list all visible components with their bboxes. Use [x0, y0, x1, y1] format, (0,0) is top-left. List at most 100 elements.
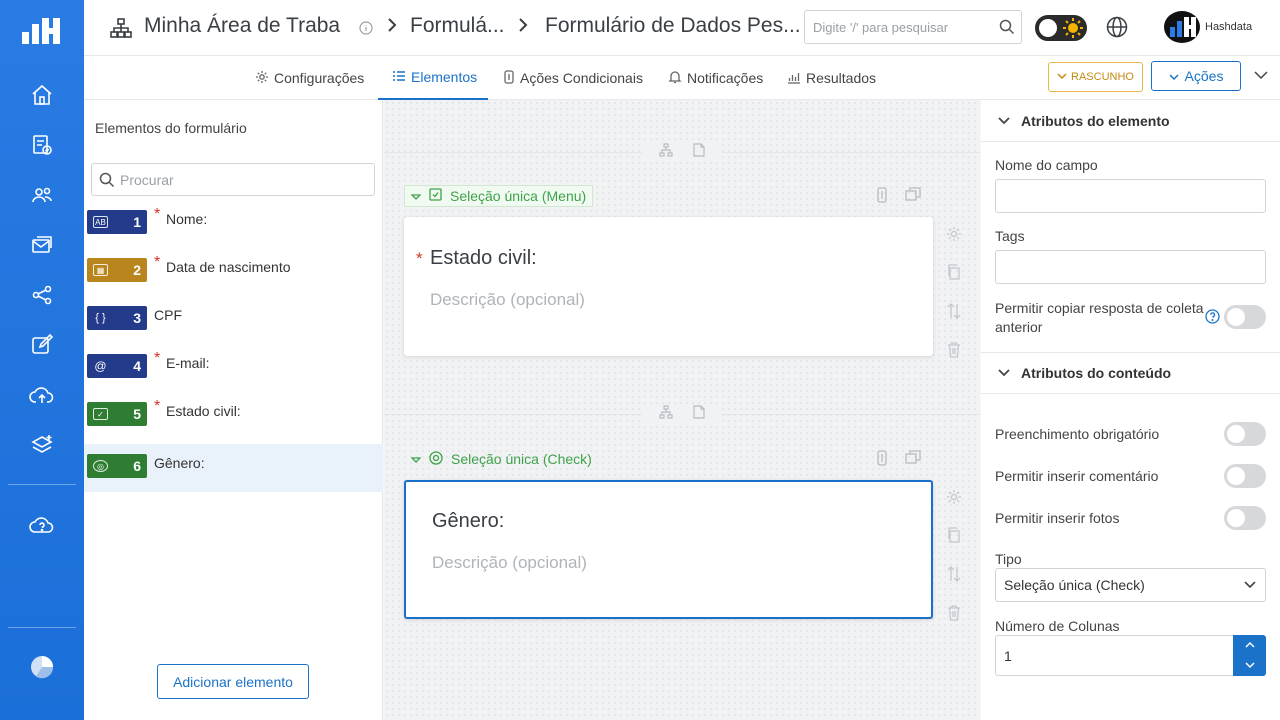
- chevron-up-icon[interactable]: [1244, 640, 1255, 650]
- conditional-icon[interactable]: [877, 187, 887, 208]
- workspace-title[interactable]: Minha Área de Traba: [144, 14, 340, 38]
- form-element-card-selected[interactable]: Gênero: Descrição (opcional): [404, 480, 933, 619]
- chart-icon: [787, 70, 801, 87]
- top-bar: Minha Área de Traba Formulá... Formulári…: [84, 0, 1280, 56]
- type-label: Tipo: [995, 551, 1022, 567]
- columns-input[interactable]: [995, 635, 1235, 676]
- collapse-chevron-icon[interactable]: [1253, 68, 1269, 86]
- element-row-4[interactable]: @4 * E-mail:: [84, 344, 383, 392]
- inbox-icon[interactable]: [26, 229, 58, 261]
- sitemap-icon: [110, 17, 132, 44]
- trash-icon[interactable]: [947, 342, 961, 363]
- duplicate-icon[interactable]: [905, 450, 921, 471]
- share-icon[interactable]: [26, 279, 58, 311]
- forms-check-icon[interactable]: [26, 129, 58, 161]
- field-name-input[interactable]: [995, 179, 1266, 213]
- breadcrumb-form-folder[interactable]: Formulá...: [410, 14, 505, 38]
- tags-input[interactable]: [995, 250, 1266, 284]
- cloud-upload-icon[interactable]: [26, 379, 58, 411]
- tab-elementos[interactable]: Elementos: [378, 56, 488, 100]
- sitemap-icon[interactable]: [659, 404, 673, 424]
- allow-photos-toggle[interactable]: [1224, 506, 1266, 530]
- element-search[interactable]: [91, 163, 375, 196]
- gear-icon[interactable]: [946, 226, 962, 247]
- element-label: E-mail:: [166, 355, 210, 371]
- element-description[interactable]: Descrição (opcional): [430, 290, 585, 310]
- at-sign-icon: @: [94, 359, 107, 373]
- trash-icon[interactable]: [947, 605, 961, 626]
- content-attributes-header[interactable]: Atributos do conteúdo: [981, 352, 1280, 394]
- columns-stepper[interactable]: [1233, 635, 1266, 676]
- element-title[interactable]: Gênero:: [432, 510, 504, 533]
- search-icon[interactable]: [999, 19, 1015, 40]
- element-type-tag[interactable]: Seleção única (Menu): [404, 185, 594, 207]
- element-search-input[interactable]: [120, 164, 370, 195]
- layers-add-icon[interactable]: [26, 429, 58, 461]
- gear-icon[interactable]: [946, 489, 962, 510]
- tab-resultados[interactable]: Resultados: [787, 56, 876, 100]
- sitemap-icon[interactable]: [659, 142, 673, 162]
- required-marker: *: [154, 398, 161, 415]
- chevron-down-icon[interactable]: [1244, 661, 1255, 671]
- element-type-tag[interactable]: Seleção única (Check): [404, 448, 599, 470]
- tab-acoes-condicionais[interactable]: Ações Condicionais: [503, 56, 643, 100]
- element-row-6[interactable]: ◎ 6 Gênero:: [84, 444, 383, 492]
- tab-configuracoes[interactable]: Configurações: [255, 56, 364, 100]
- draft-status-button[interactable]: RASCUNHO: [1048, 62, 1143, 92]
- copy-icon[interactable]: [946, 527, 962, 548]
- element-attributes-header[interactable]: Atributos do elemento: [981, 100, 1280, 142]
- global-search-input[interactable]: [804, 10, 1022, 44]
- tab-label: Resultados: [806, 70, 877, 86]
- element-description[interactable]: Descrição (opcional): [432, 553, 587, 573]
- required-fill-toggle[interactable]: [1224, 422, 1266, 446]
- home-icon[interactable]: [26, 79, 58, 111]
- breadcrumb-form-title[interactable]: Formulário de Dados Pes...: [545, 14, 801, 38]
- element-number: 6: [133, 458, 141, 474]
- users-icon[interactable]: [26, 179, 58, 211]
- element-row-1[interactable]: AB 1 * Nome:: [84, 200, 383, 248]
- copy-icon[interactable]: [946, 264, 962, 285]
- allow-comment-toggle[interactable]: [1224, 464, 1266, 488]
- app-sidebar: [0, 0, 84, 720]
- element-number: 2: [133, 262, 141, 278]
- type-select[interactable]: Seleção única (Check): [995, 568, 1266, 602]
- actions-button[interactable]: Ações: [1151, 61, 1241, 91]
- element-title[interactable]: Estado civil:: [430, 247, 537, 270]
- attributes-panel: Atributos do elemento Nome do campo Tags…: [981, 100, 1280, 720]
- element-number: 3: [133, 310, 141, 326]
- sidebar-divider: [8, 627, 76, 628]
- select-menu-icon: ✓: [93, 408, 108, 420]
- element-row-2[interactable]: ▦ 2 * Data de nascimento: [84, 248, 383, 296]
- add-element-button[interactable]: Adicionar elemento: [157, 664, 309, 699]
- theme-toggle[interactable]: [1035, 15, 1087, 41]
- reorder-icon[interactable]: [946, 565, 962, 588]
- page-icon[interactable]: [693, 404, 705, 424]
- element-label: Data de nascimento: [166, 259, 291, 275]
- element-row-5[interactable]: ✓ 5 * Estado civil:: [84, 392, 383, 440]
- user-name[interactable]: Hashdata: [1205, 21, 1252, 33]
- element-number: 1: [133, 214, 141, 230]
- form-element-card[interactable]: * Estado civil: Descrição (opcional): [404, 217, 933, 356]
- hashdata-logo[interactable]: [20, 12, 64, 48]
- duplicate-icon[interactable]: [905, 187, 921, 208]
- page-icon[interactable]: [693, 142, 705, 162]
- globe-icon[interactable]: [1106, 16, 1128, 43]
- columns-label: Número de Colunas: [995, 618, 1120, 634]
- required-marker: *: [154, 350, 161, 367]
- edit-icon[interactable]: [26, 329, 58, 361]
- panel-title: Elementos do formulário: [95, 120, 247, 136]
- element-row-3[interactable]: { } 3 CPF: [84, 296, 383, 344]
- reorder-icon[interactable]: [946, 302, 962, 325]
- help-icon[interactable]: [1205, 309, 1220, 329]
- actions-label: Ações: [1184, 68, 1224, 84]
- info-icon[interactable]: [359, 21, 373, 40]
- cloud-help-icon[interactable]: [26, 508, 58, 540]
- divider-tools: [642, 404, 722, 424]
- element-label: CPF: [154, 307, 182, 323]
- tab-notificacoes[interactable]: Notificações: [668, 56, 763, 100]
- pie-chart-icon[interactable]: [26, 651, 58, 683]
- conditional-icon[interactable]: [877, 450, 887, 471]
- required-fill-label: Preenchimento obrigatório: [995, 426, 1160, 442]
- copy-previous-toggle[interactable]: [1224, 305, 1266, 329]
- avatar[interactable]: [1164, 11, 1200, 43]
